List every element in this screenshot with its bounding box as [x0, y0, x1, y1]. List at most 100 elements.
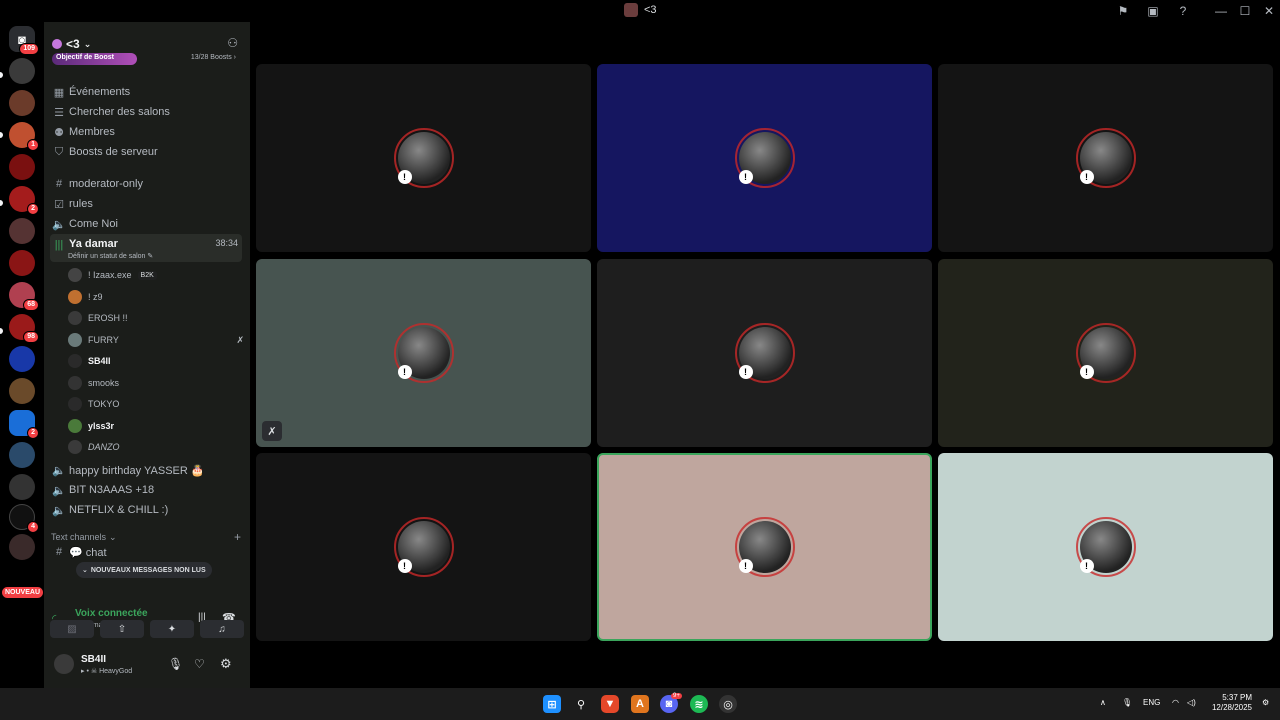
server-icon[interactable]: 2 — [9, 186, 39, 215]
server-icon[interactable]: 68 — [9, 282, 39, 311]
server-icon[interactable] — [9, 534, 35, 560]
screenshare-button[interactable]: ⇧ — [100, 620, 144, 638]
video-tile[interactable]: ! — [256, 453, 591, 641]
voice-status[interactable]: Voix connectée — [75, 608, 148, 619]
server-icon[interactable]: 4 — [9, 504, 39, 533]
user-tag: B2K — [137, 270, 157, 280]
server-icon[interactable] — [9, 250, 35, 276]
server-name: <3 — [66, 37, 80, 51]
status-badge: ! — [1079, 365, 1094, 379]
voice-icon: 🔈 — [52, 484, 66, 497]
chevron-down-icon: ⌄ — [83, 38, 92, 49]
voice-user[interactable]: ylss3r — [68, 417, 244, 435]
voice-user[interactable]: ! Izaax.exe B2K — [68, 266, 244, 284]
nav-server-boosts[interactable]: ⛉ Boosts de serveur — [50, 142, 242, 162]
channel-moderator-only[interactable]: # moderator-only — [50, 174, 242, 194]
invite-icon[interactable]: ⚇ — [227, 36, 238, 50]
set-channel-status[interactable]: Définir un statut de salon ✎ — [68, 252, 153, 260]
nav-members[interactable]: ⚉ Membres — [50, 122, 242, 142]
inbox-icon[interactable]: ⚑ — [1114, 2, 1132, 20]
server-rail: ◙ 109 1 2 68 98 2 4 NOUVEAU — [0, 22, 44, 688]
microphone-icon[interactable]: 🎙 — [168, 657, 183, 671]
headphones-icon[interactable]: ♡ — [194, 657, 205, 671]
server-icon[interactable] — [9, 90, 35, 116]
minimize-icon[interactable]: — — [1212, 2, 1230, 20]
server-boost-icon — [52, 39, 62, 49]
muted-icon: ✗ — [262, 421, 282, 441]
server-icon[interactable]: 1 — [9, 122, 39, 151]
server-icon[interactable] — [9, 58, 35, 84]
video-tile[interactable]: ! — [597, 259, 932, 447]
start-icon[interactable]: ⊞ — [543, 695, 561, 713]
app-icon[interactable]: A — [631, 695, 649, 713]
soundboard-button[interactable]: ♫ — [200, 620, 244, 638]
avatar[interactable] — [54, 654, 74, 674]
video-tile[interactable]: ! — [938, 453, 1273, 641]
spotify-icon[interactable]: ≋ — [690, 695, 708, 713]
clock[interactable]: 5:37 PM 12/28/2025 — [1206, 693, 1252, 713]
boost-goal-bar[interactable]: Objectif de Boost 13/28 Boosts › — [52, 52, 236, 66]
brave-icon[interactable]: ▼ — [601, 695, 619, 713]
unread-messages-button[interactable]: ⌄ NOUVEAUX MESSAGES NON LUS — [76, 562, 212, 578]
screen-icon[interactable]: ▣ — [1144, 2, 1162, 20]
members-icon: ⚉ — [54, 126, 64, 139]
home-button[interactable]: ◙ 109 — [9, 26, 39, 55]
status-badge: ! — [738, 170, 753, 184]
voice-user[interactable]: DANZO — [68, 438, 244, 456]
channel-voice[interactable]: 🔈 happy birthday YASSER 🎂 — [50, 460, 242, 480]
server-icon[interactable] — [9, 474, 35, 500]
video-tile[interactable]: ! — [938, 64, 1273, 252]
search-icon[interactable]: ⚲ — [572, 695, 590, 713]
server-icon[interactable]: 98 — [9, 314, 39, 343]
voice-user[interactable]: smooks — [68, 374, 244, 392]
voice-user[interactable]: FURRY ✗ — [68, 331, 244, 349]
server-icon[interactable]: 2 — [9, 410, 39, 439]
voice-user[interactable]: SB4II — [68, 352, 244, 370]
video-tile[interactable]: ! — [597, 64, 932, 252]
gear-icon[interactable]: ⚙ — [220, 656, 232, 672]
chevron-down-icon: ⌄ — [109, 531, 117, 542]
custom-status: ▸ • ☠ HeavyGod — [81, 668, 133, 675]
voice-user[interactable]: EROSH !! — [68, 309, 244, 327]
status-badge: ! — [397, 170, 412, 184]
chevron-up-icon[interactable]: ∧ — [1100, 698, 1106, 707]
video-tile[interactable]: ! ✗ — [256, 259, 591, 447]
new-badge[interactable]: NOUVEAU — [2, 587, 44, 598]
channel-voice[interactable]: 🔈 BIT N3AAAS +18 — [50, 480, 242, 500]
channel-rules[interactable]: ☑ rules — [50, 194, 242, 214]
server-icon[interactable] — [9, 442, 35, 468]
nav-events[interactable]: ▦ Événements — [50, 82, 242, 102]
microphone-tray-icon[interactable]: 🎙 — [1122, 698, 1132, 707]
voice-stage: !!!! ✗!!!!! — [250, 22, 1280, 688]
activities-button[interactable]: ✦ — [150, 620, 194, 638]
language-indicator[interactable]: ENG — [1143, 698, 1160, 707]
server-icon[interactable] — [9, 378, 35, 404]
steam-icon[interactable]: ◎ — [719, 695, 737, 713]
maximize-icon[interactable]: ☐ — [1236, 2, 1254, 20]
video-tile[interactable]: ! — [938, 259, 1273, 447]
camera-button[interactable]: ▨ — [50, 620, 94, 638]
voice-user[interactable]: TOKYO — [68, 395, 244, 413]
server-icon[interactable] — [9, 346, 35, 372]
voice-user[interactable]: ! z9 — [68, 288, 244, 306]
help-icon[interactable]: ? — [1174, 2, 1192, 20]
nav-browse-channels[interactable]: ☰ Chercher des salons — [50, 102, 242, 122]
close-icon[interactable]: ✕ — [1260, 2, 1278, 20]
channel-sidebar: <3 ⌄ ⚇ Objectif de Boost 13/28 Boosts › ▦… — [44, 22, 250, 688]
status-badge: ! — [738, 365, 753, 379]
channel-chat[interactable]: # 💬 chat — [50, 542, 242, 562]
wifi-icon[interactable]: ◠ — [1172, 698, 1179, 707]
username[interactable]: SB4II — [81, 654, 106, 665]
notification-icon[interactable]: ⚙ — [1262, 698, 1269, 707]
video-tile[interactable]: ! — [256, 64, 591, 252]
channel-come-noi[interactable]: 🔈 Come Noi — [50, 214, 242, 234]
status-badge: ! — [1079, 170, 1094, 184]
server-icon[interactable] — [9, 218, 35, 244]
voice-icon: 🔈 — [52, 464, 66, 477]
volume-icon[interactable]: ◁) — [1187, 698, 1196, 707]
video-tile[interactable]: ! — [597, 453, 932, 641]
voice-actions: ▨ ⇧ ✦ ♫ — [50, 620, 244, 638]
channel-voice[interactable]: 🔈 NETFLIX & CHILL :) — [50, 500, 242, 520]
server-icon[interactable] — [9, 154, 35, 180]
home-badge: 109 — [19, 43, 39, 55]
